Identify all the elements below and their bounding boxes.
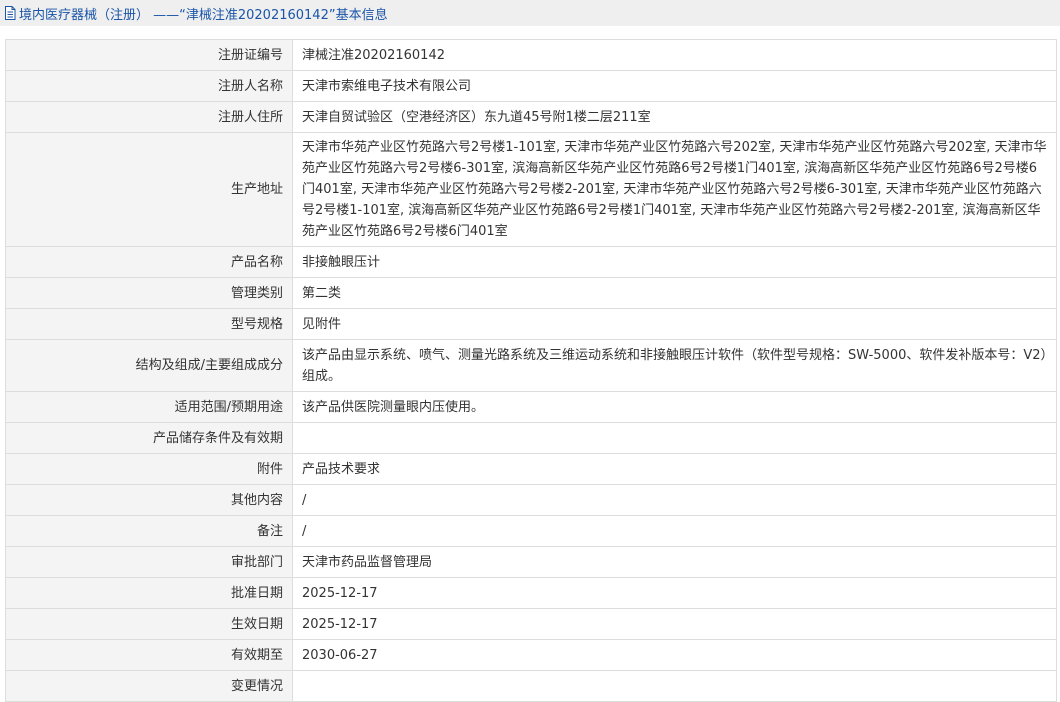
field-label: 产品名称	[5, 246, 293, 278]
field-label: 适用范围/预期用途	[5, 391, 293, 423]
field-value: 天津市药品监督管理局	[292, 546, 1057, 578]
table-row: 变更情况	[5, 670, 1057, 702]
field-label: 附件	[5, 453, 293, 485]
field-label: 型号规格	[5, 308, 293, 340]
table-row: 审批部门 天津市药品监督管理局	[5, 546, 1057, 578]
field-value	[292, 422, 1057, 454]
table-row: 适用范围/预期用途 该产品供医院测量眼内压使用。	[5, 391, 1057, 423]
field-label: 产品储存条件及有效期	[5, 422, 293, 454]
table-row: 注册人名称 天津市索维电子技术有限公司	[5, 70, 1057, 102]
field-value: /	[292, 515, 1057, 547]
field-label: 有效期至	[5, 639, 293, 671]
field-label: 注册证编号	[5, 39, 293, 71]
field-label: 管理类别	[5, 277, 293, 309]
field-value: 见附件	[292, 308, 1057, 340]
field-label: 审批部门	[5, 546, 293, 578]
document-icon	[5, 6, 16, 20]
field-value: 津械注准20202160142	[292, 39, 1057, 71]
table-row: 产品名称 非接触眼压计	[5, 246, 1057, 278]
field-label: 生效日期	[5, 608, 293, 640]
field-value: 2025-12-17	[292, 608, 1057, 640]
field-value: 天津自贸试验区（空港经济区）东九道45号附1楼二层211室	[292, 101, 1057, 133]
table-row: 生产地址 天津市华苑产业区竹苑路六号2号楼1-101室, 天津市华苑产业区竹苑路…	[5, 132, 1057, 247]
field-value: /	[292, 484, 1057, 516]
table-row: 有效期至 2030-06-27	[5, 639, 1057, 671]
table-row: 注册证编号 津械注准20202160142	[5, 39, 1057, 71]
table-row: 备注 /	[5, 515, 1057, 547]
table-row: 产品储存条件及有效期	[5, 422, 1057, 454]
field-value: 2030-06-27	[292, 639, 1057, 671]
table-row: 生效日期 2025-12-17	[5, 608, 1057, 640]
field-value: 非接触眼压计	[292, 246, 1057, 278]
field-label: 其他内容	[5, 484, 293, 516]
field-label: 变更情况	[5, 670, 293, 702]
table-row: 附件 产品技术要求	[5, 453, 1057, 485]
field-value: 天津市索维电子技术有限公司	[292, 70, 1057, 102]
registration-detail-table: 注册证编号 津械注准20202160142 注册人名称 天津市索维电子技术有限公…	[5, 39, 1057, 702]
field-label: 批准日期	[5, 577, 293, 609]
table-row: 其他内容 /	[5, 484, 1057, 516]
table-row: 管理类别 第二类	[5, 277, 1057, 309]
field-label: 备注	[5, 515, 293, 547]
table-row: 结构及组成/主要组成成分 该产品由显示系统、喷气、测量光路系统及三维运动系统和非…	[5, 339, 1057, 392]
field-value: 天津市华苑产业区竹苑路六号2号楼1-101室, 天津市华苑产业区竹苑路六号202…	[292, 132, 1057, 247]
field-value: 第二类	[292, 277, 1057, 309]
table-row: 批准日期 2025-12-17	[5, 577, 1057, 609]
field-label: 注册人住所	[5, 101, 293, 133]
page-header: 境内医疗器械（注册） ——“津械注准20202160142”基本信息	[0, 0, 1060, 26]
table-row: 型号规格 见附件	[5, 308, 1057, 340]
field-value: 2025-12-17	[292, 577, 1057, 609]
page-title: 境内医疗器械（注册） ——“津械注准20202160142”基本信息	[19, 7, 388, 23]
field-value: 产品技术要求	[292, 453, 1057, 485]
field-value	[292, 670, 1057, 702]
field-label: 结构及组成/主要组成成分	[5, 339, 293, 392]
field-value: 该产品由显示系统、喷气、测量光路系统及三维运动系统和非接触眼压计软件（软件型号规…	[292, 339, 1057, 392]
field-label: 注册人名称	[5, 70, 293, 102]
field-label: 生产地址	[5, 132, 293, 247]
table-row: 注册人住所 天津自贸试验区（空港经济区）东九道45号附1楼二层211室	[5, 101, 1057, 133]
field-value: 该产品供医院测量眼内压使用。	[292, 391, 1057, 423]
